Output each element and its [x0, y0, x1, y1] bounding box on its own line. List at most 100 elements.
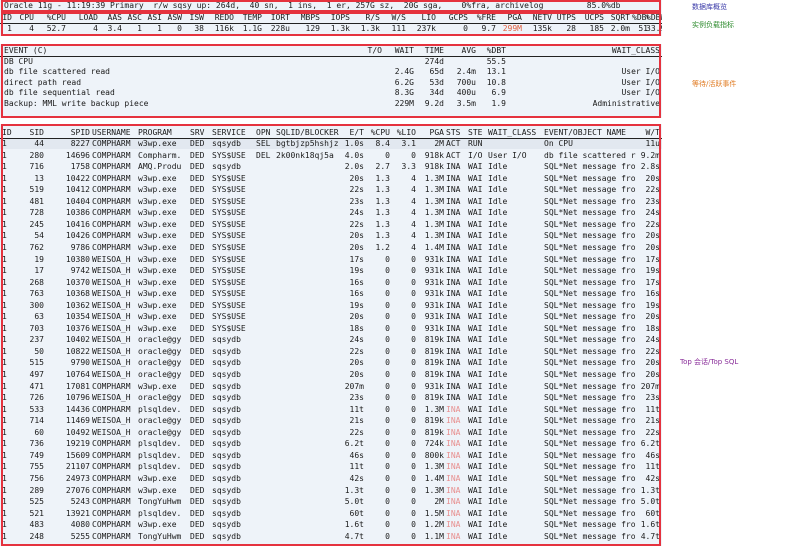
session-cell: 20s — [349, 358, 364, 368]
status-line: Oracle 11g - 11:19:39 Primary r/w sqsy u… — [4, 1, 621, 10]
session-cell: WEISOA_H — [92, 254, 131, 264]
session-cell: 237 — [29, 335, 44, 345]
session-row[interactable]: 1 245 10416 COMPHARM w3wp.exe DED SYS$USE 22s 1.… — [0, 220, 662, 230]
session-cell: WAI — [468, 231, 483, 241]
session-cell: DED — [190, 196, 205, 206]
session-row[interactable]: 1 13 10422 COMPHARM w3wp.exe DED SYS$USE 20s 1.3… — [0, 174, 662, 184]
session-cell: SQL*Net message fro — [544, 173, 636, 183]
session-row[interactable]: 1 300 10362 WEISOA_H w3wp.exe DED SYS$USE 19s 0 0… — [0, 301, 662, 311]
session-row[interactable]: 1 248 5255 COMPHARM TongYuHwm DED sqsydb 4.7t 0 0… — [0, 532, 662, 542]
session-row[interactable]: 1 280 14696 COMPHARM Compharm. DED SYS$USE DEL 2… — [0, 151, 662, 161]
session-cell: 749 — [29, 450, 44, 460]
session-cell: 22s — [349, 427, 364, 437]
session-cell: SQL*Net message fro — [544, 381, 636, 391]
session-cell: 483 — [29, 520, 44, 530]
session-cell: 14436 — [65, 404, 90, 414]
session-cell: 703 — [29, 323, 44, 333]
session-row[interactable]: 1 483 4080 COMPHARM w3wp.exe DED sqsydb 1.6t 0 0 1… — [0, 520, 662, 530]
session-row[interactable]: 1 521 13921 COMPHARM plsqldev. DED sqsydb 60t 0 0… — [0, 509, 662, 519]
session-cell: 21s — [645, 416, 660, 426]
stat-value: 185 — [589, 24, 604, 33]
session-cell: DED — [190, 300, 205, 310]
session-row[interactable]: 1 515 9790 WEISOA_H oracle@gy DED sqsydb 20s 0 0 8… — [0, 358, 662, 368]
session-row[interactable]: 1 519 10412 COMPHARM w3wp.exe DED SYS$USE 22s 1.… — [0, 185, 662, 195]
session-row[interactable]: 1 533 14436 COMPHARM plsqldev. DED sqsydb 11t 0 0… — [0, 405, 662, 415]
session-cell: 819k — [424, 393, 444, 403]
session-cell: 2k00nk18qj5a — [276, 150, 334, 160]
session-row[interactable]: 1 54 10426 COMPHARM w3wp.exe DED SYS$USE 20s 1.3… — [0, 231, 662, 241]
session-cell: WEISOA_H — [92, 277, 131, 287]
session-row[interactable]: 1 289 27076 COMPHARM w3wp.exe DED sqsydb 1.3t 0 0… — [0, 486, 662, 496]
session-row[interactable]: 1 762 9786 COMPHARM w3wp.exe DED SYS$USE 20s 1.2… — [0, 243, 662, 253]
session-cell: 0 — [411, 508, 416, 518]
session-cell: DED — [190, 335, 205, 345]
session-cell: SYS$USE — [212, 242, 246, 252]
session-row[interactable]: 1 703 10376 WEISOA_H w3wp.exe DED SYS$USE 18s 0 0… — [0, 324, 662, 334]
session-cell: 9786 — [70, 242, 90, 252]
session-cell: Idle — [488, 358, 508, 368]
session-row[interactable]: 1 237 10402 WEISOA_H oracle@gy DED sqsydb 24s 0 0… — [0, 335, 662, 345]
session-cell: DED — [190, 497, 205, 507]
session-row[interactable]: 1 44 8227 COMPHARM w3wp.exe DED sqsydb SEL bgtbj… — [0, 139, 662, 149]
event-cell: 65d — [429, 67, 444, 77]
session-row[interactable]: 1 63 10354 WEISOA_H w3wp.exe DED SYS$USE 20s 0 0 9… — [0, 312, 662, 322]
session-cell: sqsydb — [212, 497, 241, 507]
session-row[interactable]: 1 60 10492 WEISOA_H oracle@gy DED sqsydb 22s 0 0 8… — [0, 428, 662, 438]
session-cell: 0 — [411, 323, 416, 333]
session-cell: 0 — [385, 531, 390, 541]
session-cell: COMPHARM — [92, 242, 131, 252]
session-row[interactable]: 1 749 15609 COMPHARM plsqldev. DED sqsydb 46s 0 0… — [0, 451, 662, 461]
session-row[interactable]: 1 728 10386 COMPHARM w3wp.exe DED SYS$USE 24s 1.… — [0, 208, 662, 218]
session-row[interactable]: 1 471 17081 COMPHARM w3wp.exe DED sqsydb 207m 0 0… — [0, 382, 662, 392]
session-cell: ACT — [446, 150, 461, 160]
event-cell: 700u — [456, 77, 476, 87]
session-cell: w3wp.exe — [138, 277, 177, 287]
session-cell: 931k — [424, 266, 444, 276]
session-row[interactable]: 1 17 9742 WEISOA_H w3wp.exe DED SYS$USE 19s 0 0 93… — [0, 266, 662, 276]
session-cell: 0 — [385, 485, 390, 495]
session-row[interactable]: 1 268 10370 WEISOA_H w3wp.exe DED SYS$USE 16s 0 0… — [0, 278, 662, 288]
event-cell: Backup: MML write backup piece — [4, 98, 149, 108]
session-cell: WAI — [468, 208, 483, 218]
session-row[interactable]: 1 763 10368 WEISOA_H w3wp.exe DED SYS$USE 16s 0 0… — [0, 289, 662, 299]
session-cell: 1 — [2, 242, 7, 252]
session-cell: 60t — [349, 508, 364, 518]
stat-header: MBPS — [300, 13, 320, 22]
session-cell: 0 — [385, 393, 390, 403]
session-row[interactable]: 1 756 24973 COMPHARM w3wp.exe DED sqsydb 42s 0 0 1… — [0, 474, 662, 484]
session-row[interactable]: 1 726 10796 WEISOA_H oracle@gy DED sqsydb 23s 0 0… — [0, 393, 662, 403]
session-cell: WAI — [468, 242, 483, 252]
session-cell: 1 — [2, 254, 7, 264]
session-cell: 755 — [29, 462, 44, 472]
session-row[interactable]: 1 755 21107 COMPHARM plsqldev. DED sqsydb 11t 0 0… — [0, 462, 662, 472]
session-cell: w3wp.exe — [138, 208, 177, 218]
session-row[interactable]: 1 497 10764 WEISOA_H oracle@gy DED sqsydb 20s 0 0… — [0, 370, 662, 380]
session-cell: 800k — [424, 450, 444, 460]
session-row[interactable]: 1 716 1758 COMPHARM AMQ.Produ DED sqsydb 2.0s 2.… — [0, 162, 662, 172]
session-row[interactable]: 1 481 10404 COMPHARM w3wp.exe DED SYS$USE 23s 1.… — [0, 197, 662, 207]
session-row[interactable]: 1 19 10380 WEISOA_H w3wp.exe DED SYS$USE 17s 0 0 9… — [0, 255, 662, 265]
stat-value: 38 — [194, 24, 204, 33]
session-cell: 0 — [411, 254, 416, 264]
session-cell: SQL*Net message fro — [544, 370, 636, 379]
session-cell: ACT — [446, 139, 461, 148]
session-row[interactable]: 1 714 11469 WEISOA_H oracle@gy DED sqsydb 21s 0 0… — [0, 416, 662, 426]
session-cell: SQL*Net message fro — [544, 497, 636, 507]
session-header-cell: SID — [29, 128, 44, 137]
session-cell: 300 — [29, 300, 44, 310]
session-row[interactable]: 1 50 10822 WEISOA_H oracle@gy DED sqsydb 22s 0 0 8… — [0, 347, 662, 357]
session-cell: COMPHARM — [92, 497, 131, 507]
session-cell: 533 — [29, 404, 44, 414]
session-row[interactable]: 1 736 19219 COMPHARM plsqldev. DED sqsydb 6.2t 0… — [0, 439, 662, 449]
session-cell: 1.3 — [375, 185, 390, 195]
session-row[interactable]: 1 525 5243 COMPHARM TongYuHwm DED sqsydb 5.0t 0 0… — [0, 497, 662, 507]
session-cell: 24s — [349, 335, 364, 345]
session-cell: 0 — [411, 335, 416, 345]
session-cell: Idle — [488, 289, 508, 299]
session-cell: DED — [190, 254, 205, 264]
session-cell: 0 — [385, 266, 390, 276]
session-cell: WAI — [468, 173, 483, 183]
session-cell: Idle — [488, 450, 508, 460]
session-cell: 42s — [645, 473, 660, 483]
session-cell: Idle — [488, 208, 508, 218]
